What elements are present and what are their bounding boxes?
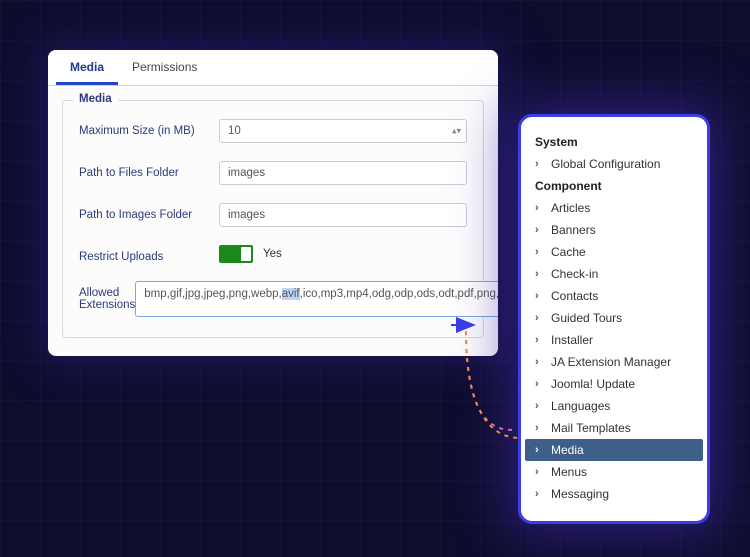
sidebar-item-messaging[interactable]: › Messaging: [521, 483, 707, 505]
input-allowed-extensions[interactable]: bmp,gif,jpg,jpeg,png,webp,avif,ico,mp3,m…: [135, 281, 498, 317]
media-settings-panel: Media Permissions Media Maximum Size (in…: [48, 50, 498, 356]
row-maximum-size: Maximum Size (in MB) ▴▾: [79, 119, 467, 143]
sidebar-item-guided-tours[interactable]: › Guided Tours: [521, 307, 707, 329]
label-maximum-size: Maximum Size (in MB): [79, 119, 219, 137]
label-restrict-uploads: Restrict Uploads: [79, 245, 219, 263]
chevron-right-icon: ›: [535, 312, 545, 324]
sidebar-item-label: Articles: [551, 201, 590, 215]
row-files-folder: Path to Files Folder: [79, 161, 467, 185]
chevron-right-icon: ›: [535, 400, 545, 412]
chevron-right-icon: ›: [535, 444, 545, 456]
toggle-restrict-uploads[interactable]: [219, 245, 253, 263]
chevron-right-icon: ›: [535, 202, 545, 214]
chevron-right-icon: ›: [535, 356, 545, 368]
sidebar-item-languages[interactable]: › Languages: [521, 395, 707, 417]
sidebar-item-label: Global Configuration: [551, 157, 660, 171]
sidebar-item-label: Messaging: [551, 487, 609, 501]
heading-component: Component: [521, 175, 707, 197]
label-allowed-extensions: Allowed Extensions: [79, 281, 135, 311]
sidebar-item-label: JA Extension Manager: [551, 355, 671, 369]
sidebar-item-label: Cache: [551, 245, 586, 259]
tab-media[interactable]: Media: [56, 50, 118, 85]
tabs-bar: Media Permissions: [48, 50, 498, 86]
sidebar-item-label: Joomla! Update: [551, 377, 635, 391]
chevron-right-icon: ›: [535, 246, 545, 258]
input-images-folder[interactable]: [219, 203, 467, 227]
input-files-folder[interactable]: [219, 161, 467, 185]
sidebar-item-label: Installer: [551, 333, 593, 347]
row-allowed-extensions: Allowed Extensions bmp,gif,jpg,jpeg,png,…: [79, 281, 467, 317]
sidebar-item-cache[interactable]: › Cache: [521, 241, 707, 263]
chevron-right-icon: ›: [535, 422, 545, 434]
sidebar-item-contacts[interactable]: › Contacts: [521, 285, 707, 307]
sidebar-item-check-in[interactable]: › Check-in: [521, 263, 707, 285]
media-fieldset: Media Maximum Size (in MB) ▴▾ Path to Fi…: [62, 100, 484, 338]
sidebar-item-installer[interactable]: › Installer: [521, 329, 707, 351]
chevron-right-icon: ›: [535, 466, 545, 478]
sidebar-item-ja-extension-manager[interactable]: › JA Extension Manager: [521, 351, 707, 373]
sidebar-item-joomla-update[interactable]: › Joomla! Update: [521, 373, 707, 395]
row-restrict-uploads: Restrict Uploads Yes: [79, 245, 467, 263]
chevron-right-icon: ›: [535, 378, 545, 390]
sidebar-item-media[interactable]: › Media: [525, 439, 703, 461]
number-stepper-icon[interactable]: ▴▾: [452, 126, 461, 137]
sidebar-item-global-configuration[interactable]: › Global Configuration: [521, 153, 707, 175]
heading-system: System: [521, 131, 707, 153]
sidebar-item-label: Menus: [551, 465, 587, 479]
chevron-right-icon: ›: [535, 334, 545, 346]
tab-permissions[interactable]: Permissions: [118, 50, 211, 85]
chevron-right-icon: ›: [535, 158, 545, 170]
sidebar-item-menus[interactable]: › Menus: [521, 461, 707, 483]
sidebar-item-label: Guided Tours: [551, 311, 622, 325]
chevron-right-icon: ›: [535, 488, 545, 500]
sidebar-item-mail-templates[interactable]: › Mail Templates: [521, 417, 707, 439]
config-sidebar: System › Global Configuration Component ›…: [518, 114, 710, 524]
sidebar-item-label: Contacts: [551, 289, 598, 303]
chevron-right-icon: ›: [535, 268, 545, 280]
sidebar-item-articles[interactable]: › Articles: [521, 197, 707, 219]
chevron-right-icon: ›: [535, 224, 545, 236]
sidebar-item-label: Check-in: [551, 267, 598, 281]
sidebar-item-label: Mail Templates: [551, 421, 631, 435]
label-images-folder: Path to Images Folder: [79, 203, 219, 221]
chevron-right-icon: ›: [535, 290, 545, 302]
selected-text-avif: avif: [282, 288, 300, 300]
sidebar-item-label: Languages: [551, 399, 610, 413]
label-files-folder: Path to Files Folder: [79, 161, 219, 179]
sidebar-item-label: Banners: [551, 223, 596, 237]
sidebar-item-label: Media: [551, 443, 584, 457]
toggle-restrict-label: Yes: [263, 248, 282, 260]
sidebar-item-banners[interactable]: › Banners: [521, 219, 707, 241]
fieldset-legend: Media: [73, 93, 118, 105]
input-maximum-size[interactable]: [219, 119, 467, 143]
row-images-folder: Path to Images Folder: [79, 203, 467, 227]
